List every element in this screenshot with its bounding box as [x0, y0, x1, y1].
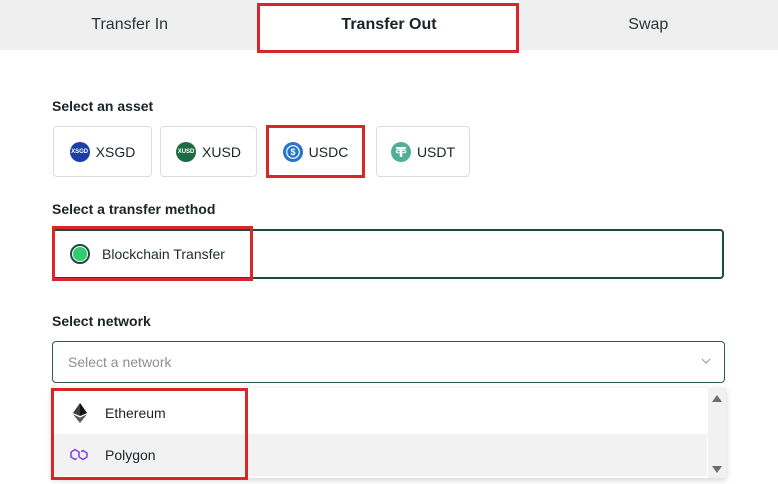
method-label: Blockchain Transfer: [102, 246, 225, 262]
tab-swap[interactable]: Swap: [519, 0, 778, 50]
tab-transfer-in[interactable]: Transfer In: [0, 0, 259, 50]
network-section-label: Select network: [52, 313, 151, 329]
xusd-coin-icon: XUSD: [176, 141, 197, 162]
network-select-placeholder: Select a network: [68, 354, 172, 370]
xsgd-coin-icon: XSGD: [69, 141, 90, 162]
asset-label: XSGD: [95, 143, 136, 160]
network-option-label: Ethereum: [105, 405, 166, 421]
network-option-ethereum[interactable]: Ethereum: [52, 392, 707, 434]
asset-section-label: Select an asset: [52, 98, 154, 114]
network-select[interactable]: Select a network: [52, 341, 725, 383]
blockchain-transfer-option[interactable]: Blockchain Transfer: [52, 229, 724, 279]
asset-label: USDT: [416, 143, 456, 160]
usdc-coin-icon: $: [282, 141, 303, 162]
usdt-coin-icon: [390, 141, 411, 162]
dropdown-scrollbar[interactable]: [708, 388, 726, 478]
chevron-down-icon: [701, 358, 711, 364]
tab-transfer-out[interactable]: Transfer Out: [259, 0, 519, 50]
ethereum-icon: [68, 403, 92, 423]
polygon-icon: [68, 447, 92, 463]
asset-label: XUSD: [202, 143, 241, 160]
asset-option-xsgd[interactable]: XSGD XSGD: [53, 126, 152, 177]
network-dropdown-list: Ethereum Polygon: [52, 388, 726, 478]
scroll-down-arrow-icon[interactable]: [708, 462, 726, 476]
asset-option-usdc[interactable]: $ USDC: [268, 126, 363, 177]
scroll-up-arrow-icon[interactable]: [708, 392, 726, 406]
radio-selected-icon[interactable]: [70, 244, 90, 264]
network-option-polygon[interactable]: Polygon: [52, 434, 707, 476]
asset-option-xusd[interactable]: XUSD XUSD: [160, 126, 257, 177]
tab-bar: Transfer In Transfer Out Swap: [0, 0, 778, 50]
network-option-label: Polygon: [105, 447, 156, 463]
asset-label: USDC: [308, 143, 349, 160]
svg-text:$: $: [290, 147, 295, 157]
method-section-label: Select a transfer method: [52, 201, 216, 217]
asset-option-usdt[interactable]: USDT: [376, 126, 470, 177]
